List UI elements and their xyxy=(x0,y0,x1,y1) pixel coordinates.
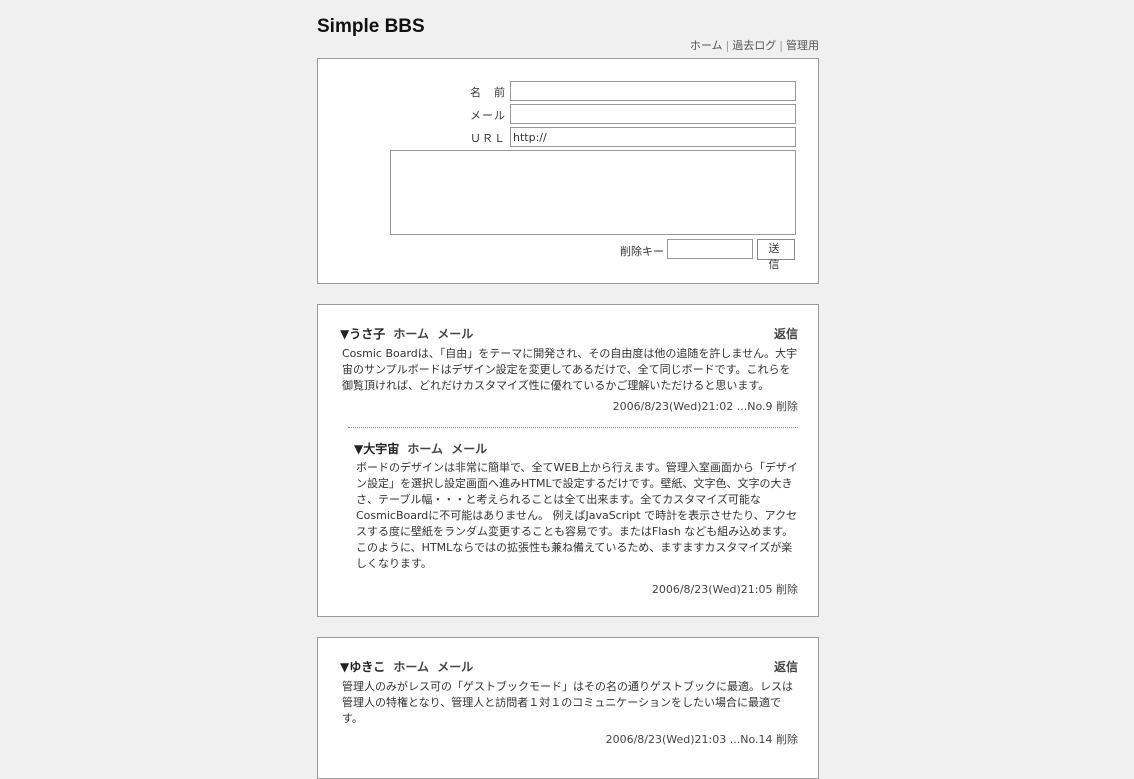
thread-box: ▼うさ子 ホーム メール 返信 Cosmic Boardは、「自由」をテーマに開… xyxy=(317,304,819,617)
post-home-link[interactable]: ホーム xyxy=(393,660,429,674)
email-field[interactable] xyxy=(510,104,796,124)
post-form: 名 前 メール ＵＲＬ 削除キー 送 信 xyxy=(317,58,819,284)
post-date: 2006/8/23(Wed)21:02 ...No.9 xyxy=(612,400,773,413)
name-label: 名 前 xyxy=(470,86,506,99)
reply-link[interactable]: 返信 xyxy=(774,658,798,675)
message-textarea[interactable] xyxy=(390,150,796,235)
name-field[interactable] xyxy=(510,81,796,101)
email-label: メール xyxy=(470,109,506,122)
post-date: 2006/8/23(Wed)21:05 xyxy=(651,583,773,596)
post-mail-link[interactable]: メール xyxy=(451,442,487,456)
post-home-link[interactable]: ホーム xyxy=(393,327,429,341)
delete-key-label: 削除キー xyxy=(620,245,664,258)
post-body: Cosmic Boardは、「自由」をテーマに開発され、その自由度は他の追随を許… xyxy=(342,347,798,392)
url-field[interactable] xyxy=(510,127,796,147)
nav-separator: | xyxy=(779,39,783,52)
post-header: ▼ゆきこ ホーム メール xyxy=(340,658,473,675)
delete-key-field[interactable] xyxy=(667,239,753,259)
post-mail-link[interactable]: メール xyxy=(437,660,473,674)
nav-home-link[interactable]: ホーム xyxy=(690,39,723,52)
site-title: Simple BBS xyxy=(317,16,425,37)
post-author: ▼ゆきこ xyxy=(340,660,386,674)
post-footer: 2006/8/23(Wed)21:02 ...No.9 削除 xyxy=(613,398,798,414)
post-author: ▼大宇宙 xyxy=(354,442,400,456)
name-row: 名 前 xyxy=(318,81,796,101)
post-body: 管理人のみがレス可の「ゲストブックモード」はその名の通りゲストブックに最適。レス… xyxy=(342,680,793,725)
post-footer: 2006/8/23(Wed)21:03 ...No.14 削除 xyxy=(606,731,798,747)
post-header: ▼うさ子 ホーム メール xyxy=(340,325,473,342)
nav-admin-link[interactable]: 管理用 xyxy=(786,39,819,52)
post-author: ▼うさ子 xyxy=(340,327,386,341)
post-body: ボードのデザインは非常に簡単で、全てWEB上から行えます。管理入室画面から「デザ… xyxy=(356,461,798,570)
post-header: ▼大宇宙 ホーム メール xyxy=(354,440,487,457)
post-mail-link[interactable]: メール xyxy=(437,327,473,341)
delete-link[interactable]: 削除 xyxy=(776,583,798,596)
nav-archive-link[interactable]: 過去ログ xyxy=(732,39,776,52)
divider xyxy=(348,427,798,428)
nav-separator: | xyxy=(725,39,730,52)
delete-link[interactable]: 削除 xyxy=(776,400,798,413)
reply-link[interactable]: 返信 xyxy=(774,325,798,342)
url-label: ＵＲＬ xyxy=(470,132,506,145)
post-footer: 2006/8/23(Wed)21:05 削除 xyxy=(652,581,798,597)
delete-link[interactable]: 削除 xyxy=(776,733,798,746)
url-row: ＵＲＬ xyxy=(318,127,796,147)
email-row: メール xyxy=(318,104,796,124)
post-date: 2006/8/23(Wed)21:03 ...No.14 xyxy=(605,733,773,746)
post-home-link[interactable]: ホーム xyxy=(407,442,443,456)
top-nav: ホーム | 過去ログ | 管理用 xyxy=(690,37,819,53)
submit-button[interactable]: 送 信 xyxy=(757,239,795,271)
